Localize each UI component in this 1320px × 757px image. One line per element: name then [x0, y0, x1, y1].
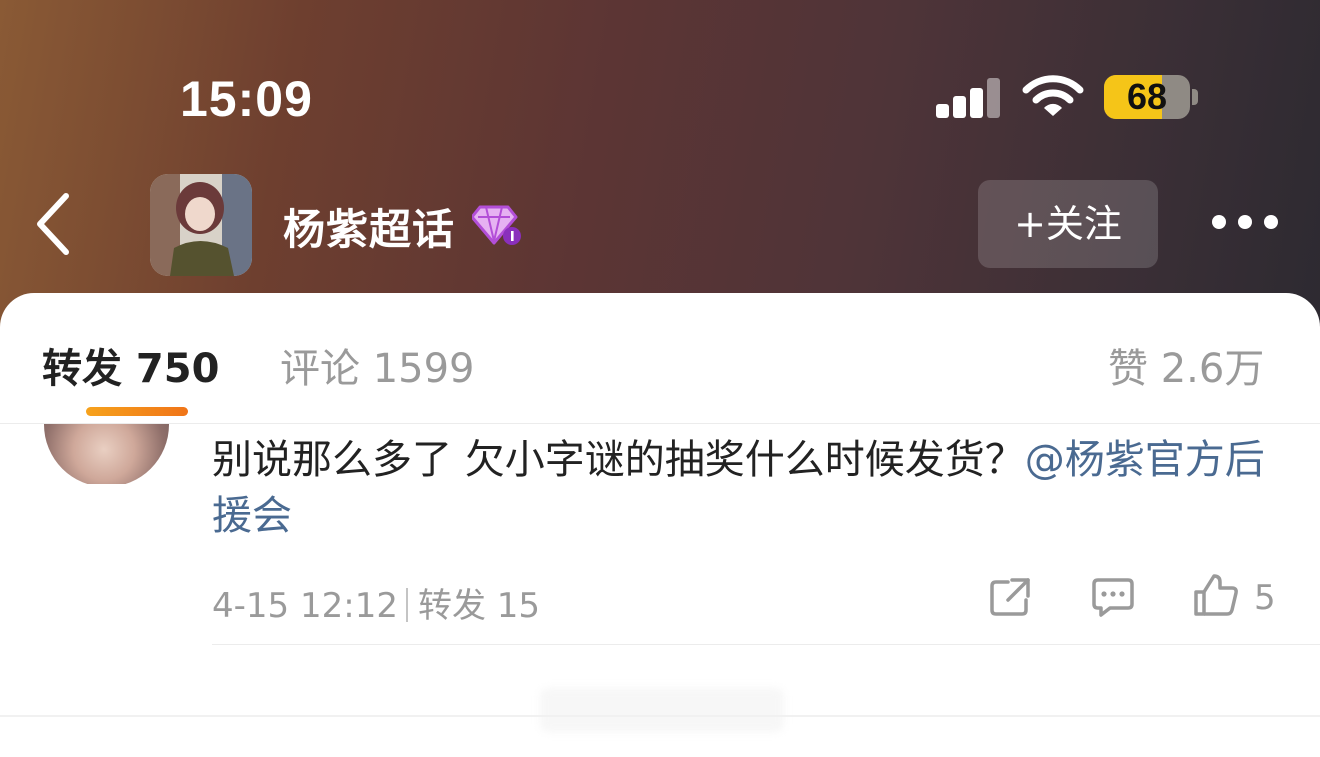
signal-icon — [936, 78, 1000, 118]
diamond-badge-icon — [472, 205, 521, 245]
battery-nub — [1192, 89, 1198, 105]
comment-text: 别说那么多了 欠小字谜的抽奖什么时候发货？@杨紫官方后援会 — [212, 432, 1282, 544]
comment-avatar-image — [44, 424, 169, 484]
blurred-placeholder — [540, 688, 784, 732]
tab-divider — [0, 423, 1320, 424]
status-time: 15:09 — [180, 71, 313, 127]
wifi-icon — [1022, 75, 1084, 116]
comment-icon[interactable] — [1090, 576, 1136, 618]
topic-avatar-image — [150, 174, 252, 276]
active-tab-indicator — [86, 407, 188, 416]
tab-like[interactable]: 赞 2.6万 — [1108, 336, 1264, 394]
topic-avatar[interactable] — [150, 174, 252, 276]
bottom-divider — [0, 715, 1320, 717]
follow-button[interactable]: +关注 — [978, 180, 1158, 268]
comment-repost-count[interactable]: 转发 15 — [418, 586, 540, 626]
more-icon[interactable] — [1208, 208, 1282, 238]
back-icon[interactable] — [30, 190, 78, 258]
comment-message: 别说那么多了 欠小字谜的抽奖什么时候发货？ — [212, 437, 1025, 483]
page-title: 杨紫超话 — [283, 205, 456, 254]
battery-level: 68 — [1126, 76, 1168, 117]
like-count: 5 — [1254, 578, 1276, 618]
battery-icon: 68 — [1104, 75, 1190, 119]
tab-comment[interactable]: 评论 1599 — [280, 336, 475, 394]
comment-avatar[interactable] — [44, 424, 169, 484]
comment-meta: 4-15 12:12 转发 15 — [212, 578, 540, 627]
thumbs-up-icon[interactable] — [1192, 572, 1240, 618]
header-bar: 15:09 68 杨紫超话 +关注 — [0, 0, 1320, 330]
meta-separator — [405, 588, 408, 622]
comment-divider — [212, 644, 1320, 645]
tab-repost[interactable]: 转发 750 — [42, 336, 219, 394]
comment-date: 4-15 12:12 — [212, 586, 398, 626]
share-icon[interactable] — [988, 576, 1034, 618]
